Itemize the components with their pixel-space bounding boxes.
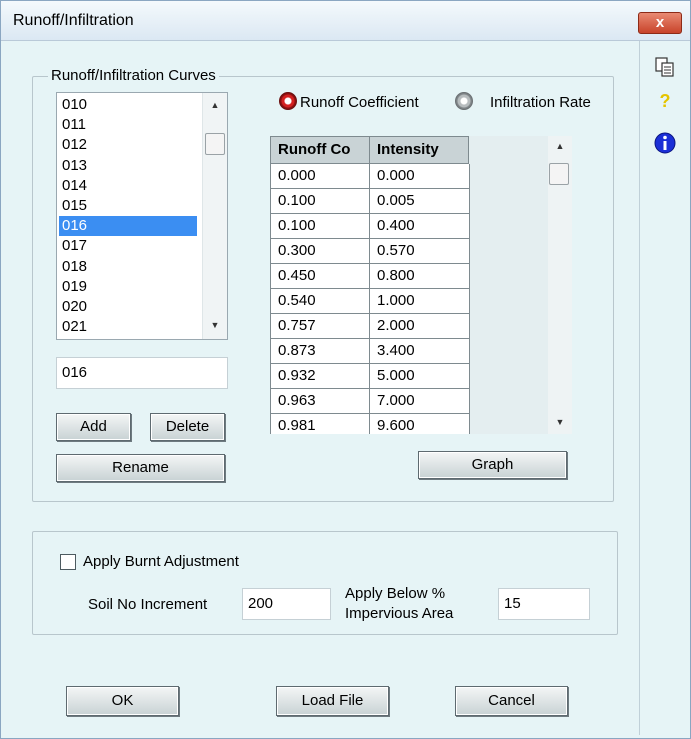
table-scrollbar[interactable]: ▲ ▼ [548, 136, 572, 434]
curve-list-item[interactable]: 017 [59, 236, 197, 256]
dialog-client: Runoff/Infiltration Curves 010 011 012 013 0… [6, 41, 639, 735]
curve-list-item[interactable]: 019 [59, 277, 197, 297]
close-button[interactable]: x [638, 12, 682, 34]
table-scroll-thumb[interactable] [549, 163, 569, 185]
apply-burnt-checkbox[interactable] [60, 554, 76, 570]
infiltration-rate-label[interactable]: Infiltration Rate [490, 94, 591, 111]
ok-button[interactable]: OK [66, 686, 179, 716]
runoff-coefficient-cell[interactable]: 0.100 [270, 189, 370, 214]
intensity-cell[interactable]: 0.400 [370, 214, 470, 239]
runoff-coefficient-cell[interactable]: 0.963 [270, 389, 370, 414]
title-bar: Runoff/Infiltration x [1, 1, 690, 41]
rename-button[interactable]: Rename [56, 454, 225, 482]
delete-button[interactable]: Delete [150, 413, 225, 441]
runoff-coefficient-cell[interactable]: 0.757 [270, 314, 370, 339]
curve-list-item[interactable]: 011 [59, 115, 197, 135]
curve-list-scroll-thumb[interactable] [205, 133, 225, 155]
curve-name-field[interactable]: 016 [56, 357, 228, 389]
window-title: Runoff/Infiltration [13, 12, 134, 29]
table-scroll-up-arrow-icon[interactable]: ▲ [548, 138, 572, 154]
intensity-cell[interactable]: 0.800 [370, 264, 470, 289]
help-icon[interactable]: ? [653, 91, 677, 115]
apply-below-label-line2: Impervious Area [345, 605, 454, 622]
intensity-cell[interactable]: 0.000 [370, 164, 470, 189]
curve-data-table: Runoff Co Intensity 0.000 0.000 0.100 0.005… [270, 136, 548, 434]
column-header-intensity[interactable]: Intensity [369, 136, 469, 164]
add-button[interactable]: Add [56, 413, 131, 441]
side-toolbar: ? [639, 41, 690, 735]
runoff-coefficient-cell[interactable]: 0.932 [270, 364, 370, 389]
infiltration-rate-radio[interactable] [455, 92, 473, 110]
info-icon[interactable] [653, 131, 677, 155]
apply-burnt-label[interactable]: Apply Burnt Adjustment [83, 553, 239, 570]
intensity-cell[interactable]: 7.000 [370, 389, 470, 414]
curve-list-item[interactable]: 018 [59, 257, 197, 277]
runoff-coefficient-cell[interactable]: 0.100 [270, 214, 370, 239]
cancel-button[interactable]: Cancel [455, 686, 568, 716]
intensity-cell[interactable]: 0.005 [370, 189, 470, 214]
intensity-cell[interactable]: 9.600 [370, 414, 470, 434]
graph-button[interactable]: Graph [418, 451, 567, 479]
scroll-up-arrow-icon[interactable]: ▲ [203, 97, 227, 113]
curve-list-item[interactable]: 014 [59, 176, 197, 196]
curve-list-item[interactable]: 016 [59, 216, 197, 237]
soil-increment-field[interactable]: 200 [242, 588, 331, 620]
runoff-coefficient-cell[interactable]: 0.450 [270, 264, 370, 289]
curves-group-legend: Runoff/Infiltration Curves [48, 67, 219, 84]
copy-icon[interactable] [653, 55, 677, 79]
runoff-coefficient-cell[interactable]: 0.000 [270, 164, 370, 189]
runoff-coefficient-label[interactable]: Runoff Coefficient [300, 94, 419, 111]
curve-list-item[interactable]: 013 [59, 156, 197, 176]
load-file-button[interactable]: Load File [276, 686, 389, 716]
curve-list-item[interactable]: 010 [59, 95, 197, 115]
close-icon: x [655, 14, 665, 31]
runoff-coefficient-cell[interactable]: 0.981 [270, 414, 370, 434]
runoff-coefficient-cell[interactable]: 0.873 [270, 339, 370, 364]
curve-list-item[interactable]: 012 [59, 135, 197, 155]
runoff-coefficient-cell[interactable]: 0.540 [270, 289, 370, 314]
apply-below-field[interactable]: 15 [498, 588, 590, 620]
column-header-runoff[interactable]: Runoff Co [270, 136, 370, 164]
apply-below-label-line1: Apply Below % [345, 585, 446, 602]
scroll-down-arrow-icon[interactable]: ▼ [203, 317, 227, 333]
intensity-cell[interactable]: 1.000 [370, 289, 470, 314]
curve-list-item[interactable]: 015 [59, 196, 197, 216]
curve-list-scrollbar[interactable]: ▲ ▼ [202, 93, 227, 339]
intensity-cell[interactable]: 2.000 [370, 314, 470, 339]
soil-increment-label: Soil No Increment [88, 596, 208, 613]
intensity-cell[interactable]: 5.000 [370, 364, 470, 389]
intensity-cell[interactable]: 3.400 [370, 339, 470, 364]
runoff-infiltration-dialog: Runoff/Infiltration x Runoff/Infiltratio… [0, 0, 691, 739]
curve-list-item[interactable]: 020 [59, 297, 197, 317]
table-scroll-down-arrow-icon[interactable]: ▼ [548, 414, 572, 430]
runoff-coefficient-cell[interactable]: 0.300 [270, 239, 370, 264]
curve-list-item[interactable]: 021 [59, 317, 197, 337]
intensity-cell[interactable]: 0.570 [370, 239, 470, 264]
runoff-coefficient-radio[interactable] [279, 92, 297, 110]
curve-list[interactable]: 010 011 012 013 014 015 016 017 018 019 020 021 ▲ ▼ [56, 92, 228, 340]
